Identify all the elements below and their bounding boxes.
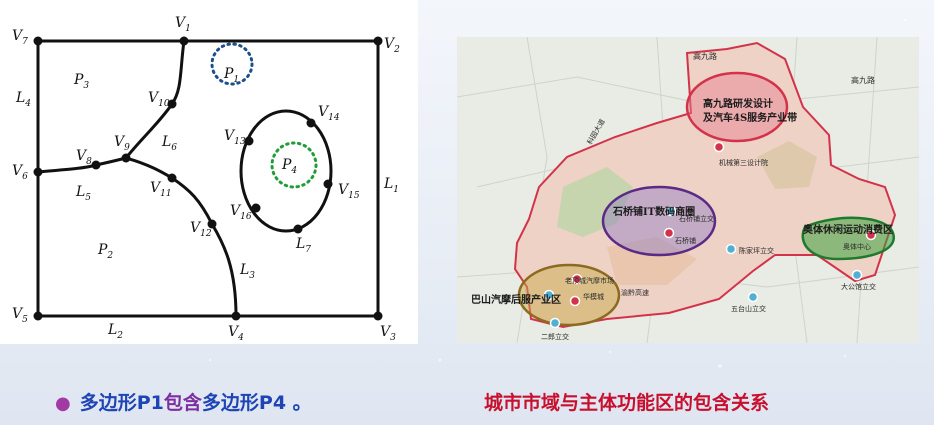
polygon-label-p2: P2 [97, 242, 113, 261]
map-label-shiqiaopu: 石桥铺 [675, 236, 696, 245]
vertex-label-v6: V6 [12, 163, 28, 182]
city-map-panel: 高九路 高九路 科园大道 机械第三设计院 石桥铺立交 石桥铺 奥体中心 陈家坪立… [456, 36, 920, 344]
map-label-huayangcheng: 华模城 [583, 292, 604, 301]
vertex-label-v14: V14 [318, 104, 340, 123]
caption-left-part1: 多边形P1 [79, 392, 164, 414]
edge-label-l4: L4 [15, 90, 31, 109]
polygon-diagram: V1 V2 V3 V4 V5 V6 V7 V8 V9 V10 V11 V12 V… [12, 15, 400, 343]
caption-right: 城市市域与主体功能区的包含关系 [484, 392, 770, 414]
bullet-dot: ● [55, 393, 71, 414]
edge-label-l7: L7 [295, 236, 311, 255]
polygon-diagram-panel: V1 V2 V3 V4 V5 V6 V7 V8 V9 V10 V11 V12 V… [0, 0, 418, 344]
edge-label-l5: L5 [75, 184, 91, 203]
map-label-gaojiu-top: 高九路 [693, 51, 717, 61]
vertex-label-v5: V5 [12, 306, 28, 325]
edge-label-l3: L3 [239, 262, 255, 281]
city-map: 高九路 高九路 科园大道 机械第三设计院 石桥铺立交 石桥铺 奥体中心 陈家坪立… [456, 36, 920, 344]
vertex-label-v3: V3 [380, 324, 396, 343]
vertex-label-v7: V7 [12, 28, 28, 47]
map-label-aoti-zone: 奥体休闲运动消费区 [803, 223, 893, 236]
map-label-erlang: 二郎立交 [541, 332, 569, 341]
vertex-label-v9: V9 [114, 134, 130, 153]
edge-label-l1: L1 [383, 176, 399, 195]
vertex-label-v10: V10 [148, 90, 170, 109]
caption-left-part3: 多边形P4 [201, 392, 287, 414]
edge-label-l6: L6 [161, 134, 177, 153]
polygon-p4-dotted [270, 141, 318, 189]
vertex-label-v4: V4 [228, 324, 244, 343]
map-label-yuchuan: 渝黔高速 [621, 288, 649, 297]
edge-label-l2: L2 [107, 322, 123, 341]
vertex-label-v13: V13 [224, 128, 246, 147]
map-label-bashan-zone: 巴山汽摩后服产业区 [471, 293, 561, 306]
map-label-gaojiu-right: 高九路 [851, 75, 875, 85]
caption-left: ● 多边形P1包含多边形P4 。 [55, 388, 312, 415]
map-label-aoti-center: 奥体中心 [843, 242, 871, 251]
map-label-dagongguan: 大公馆立交 [841, 282, 876, 291]
vertex-label-v15: V15 [338, 182, 360, 201]
map-label-jixie: 机械第三设计院 [719, 158, 768, 167]
map-label-wutaishan: 五台山立交 [731, 304, 766, 313]
polygon-label-p4: P4 [281, 157, 297, 176]
map-label-shiqiaopu-zone: 石桥铺IT数码商圈 [612, 205, 695, 218]
map-label-laodingcheng: 老顶城汽摩市场 [565, 276, 614, 285]
vertex-label-v2: V2 [384, 36, 400, 55]
map-label-gaojiu-zone-1: 高九路研发设计 [703, 97, 773, 110]
vertex-label-v1: V1 [175, 15, 191, 34]
map-label-gaojiu-zone-2: 及汽车4S服务产业带 [703, 111, 797, 124]
zone-aoti-region [801, 216, 895, 261]
vertex-label-v11: V11 [150, 180, 172, 199]
caption-left-part4: 。 [286, 392, 312, 414]
caption-left-part2: 包含 [163, 392, 202, 414]
vertex-label-v8: V8 [76, 148, 92, 167]
map-label-chenjiaping: 陈家坪立交 [739, 246, 774, 255]
polygon-label-p3: P3 [73, 72, 89, 91]
